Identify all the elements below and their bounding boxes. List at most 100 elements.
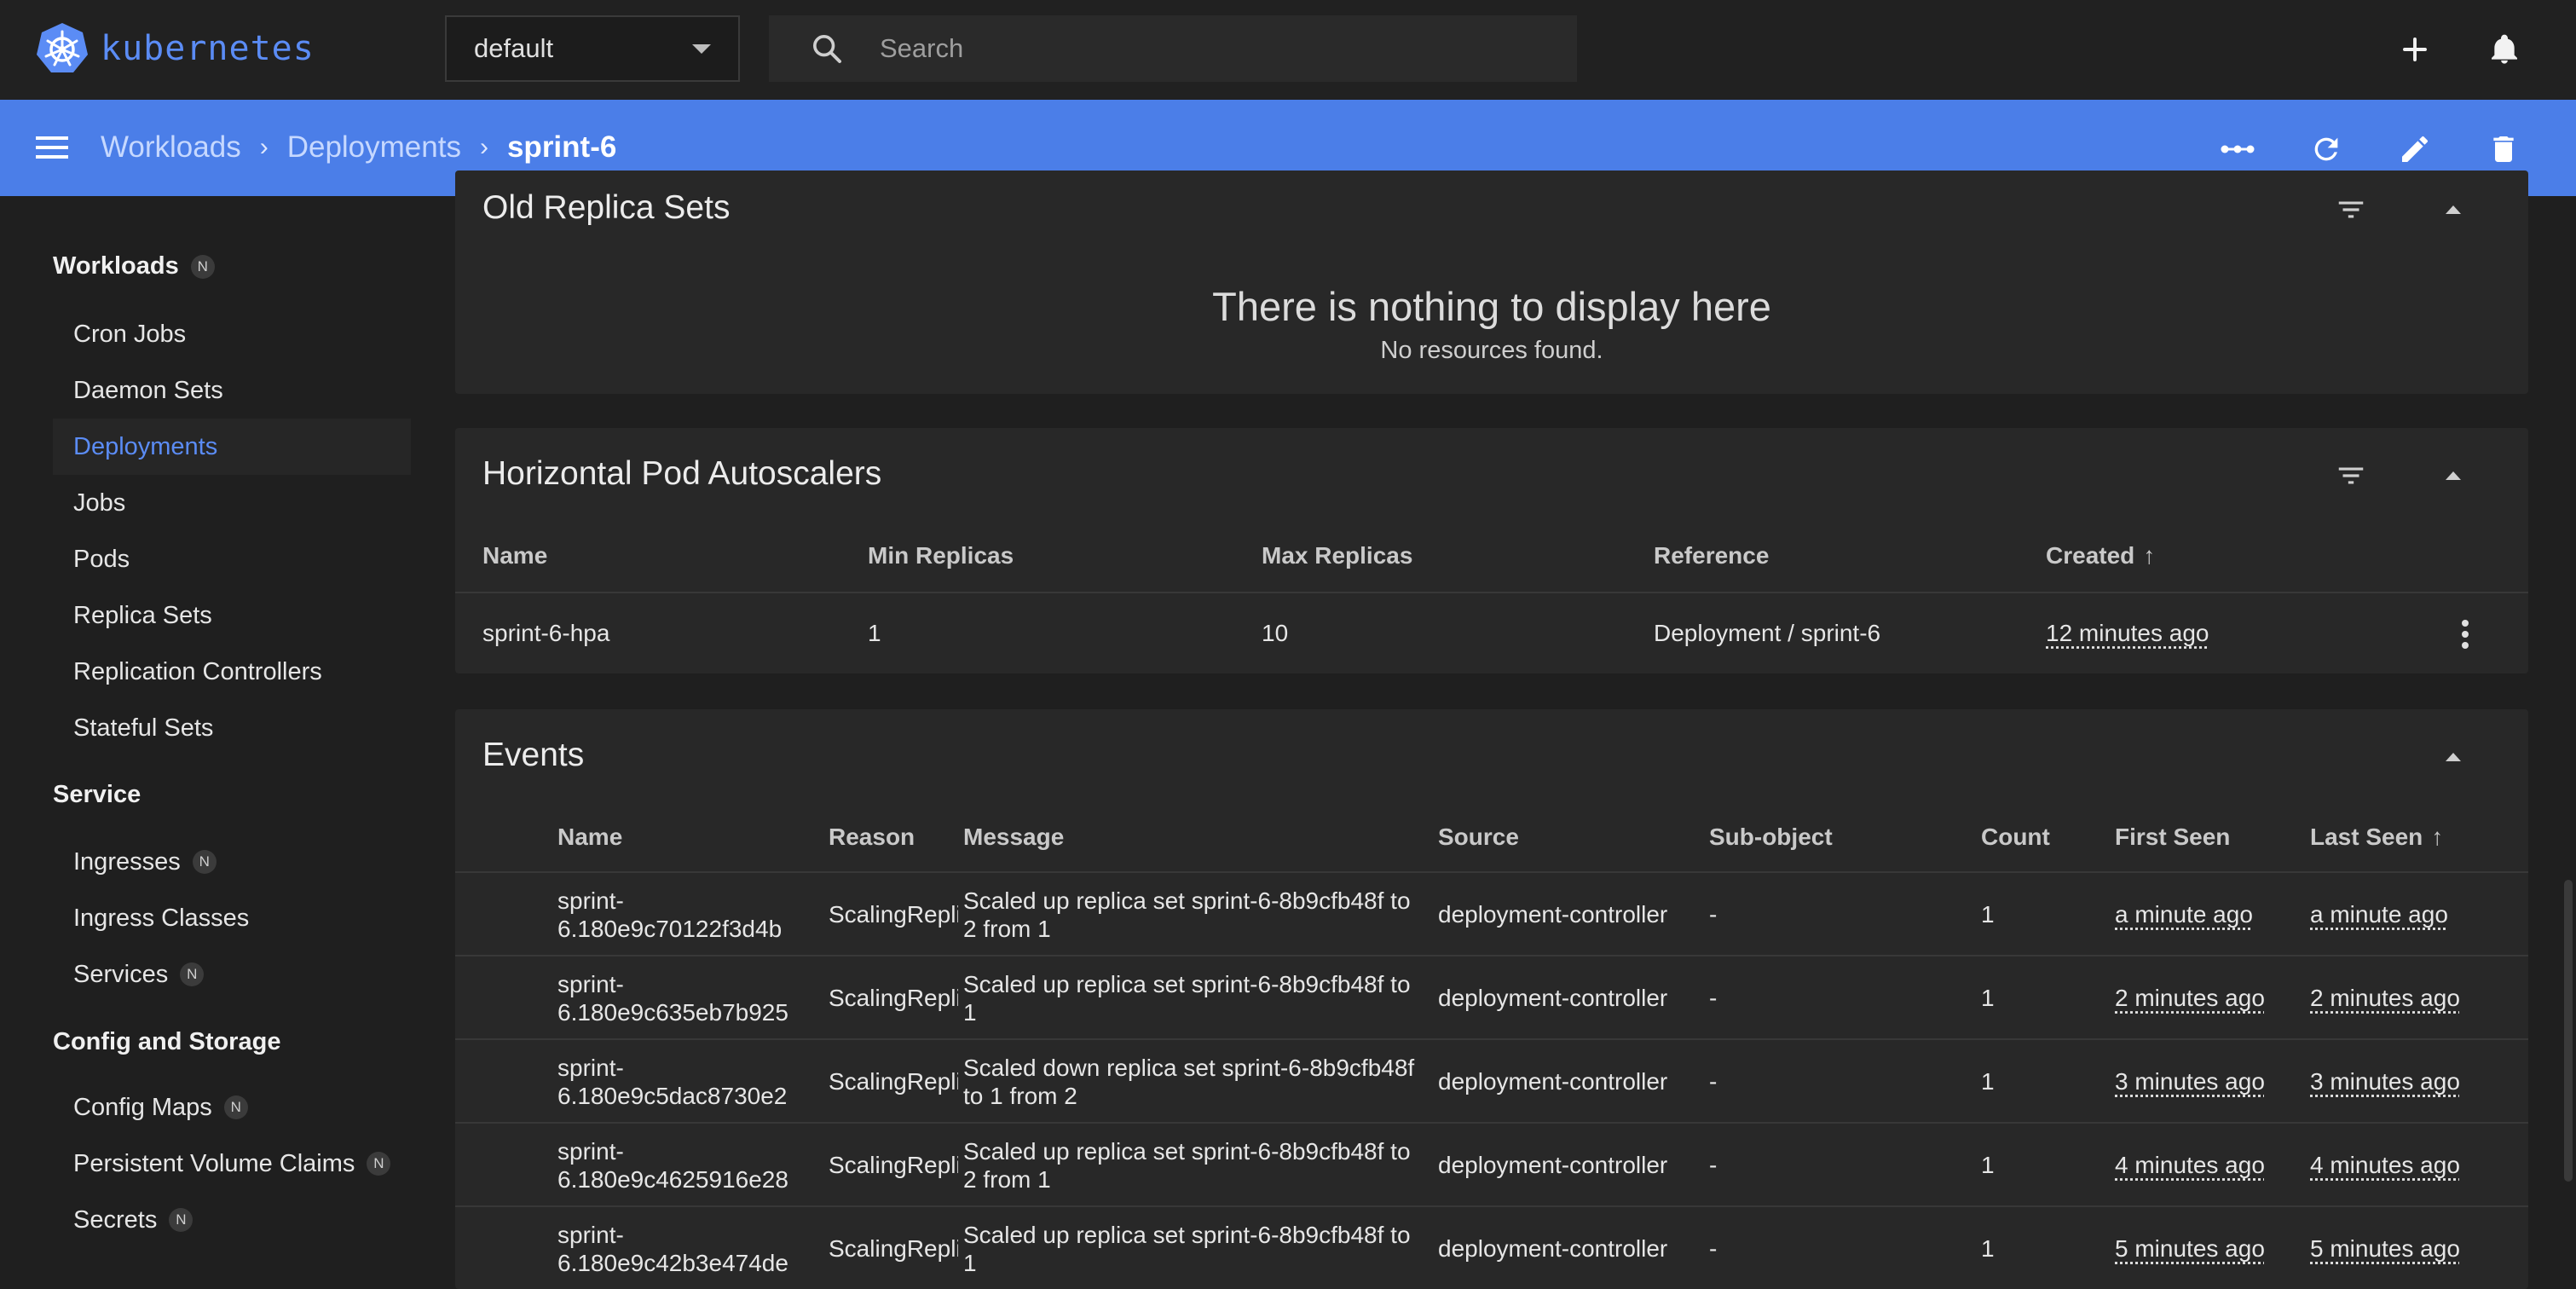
- sidebar-item-daemon-sets[interactable]: Daemon Sets: [53, 362, 411, 419]
- search-input[interactable]: [878, 32, 1529, 65]
- kubernetes-logo[interactable]: kubernetes: [34, 20, 315, 77]
- event-reason: ScalingRepli: [829, 901, 958, 928]
- sidebar-item-ingress-classes[interactable]: Ingress Classes: [53, 890, 411, 946]
- sidebar-item-pods[interactable]: Pods: [53, 531, 411, 587]
- sidebar-item-persistent-volume-claims[interactable]: Persistent Volume Claims N: [53, 1136, 411, 1192]
- sidebar-item-label: Deployments: [73, 432, 218, 460]
- collapse-chevron-up-icon[interactable]: [2433, 455, 2474, 496]
- event-name: sprint- 6.180e9c635eb7b925: [557, 970, 788, 1026]
- edit-pencil-icon[interactable]: [2394, 129, 2435, 170]
- column-header-sub-object[interactable]: Sub-object: [1709, 824, 1833, 851]
- search-icon: [813, 35, 841, 63]
- sidebar-item-ingresses[interactable]: Ingresses N: [53, 834, 411, 890]
- sidebar-item-config-maps[interactable]: Config Maps N: [53, 1079, 411, 1136]
- column-header-label: Created: [2046, 542, 2135, 569]
- sidebar-item-secrets[interactable]: Secrets N: [53, 1192, 411, 1248]
- event-count: 1: [1981, 1068, 1995, 1095]
- event-last-seen: 5 minutes ago: [2310, 1235, 2460, 1262]
- column-header-reason[interactable]: Reason: [829, 824, 915, 851]
- event-sub-object: -: [1709, 1152, 1718, 1178]
- column-header-message[interactable]: Message: [963, 824, 1064, 851]
- event-name-line: sprint-: [557, 887, 624, 914]
- notifications-bell-icon[interactable]: [2481, 26, 2528, 73]
- column-header-name[interactable]: Name: [482, 542, 547, 569]
- filter-icon[interactable]: [2331, 455, 2371, 496]
- event-source: deployment-controller: [1438, 1235, 1668, 1262]
- event-reason: ScalingRepli: [829, 1235, 958, 1262]
- sidebar-item-label: Cron Jobs: [73, 320, 187, 348]
- column-header-reference[interactable]: Reference: [1654, 542, 1769, 569]
- breadcrumb-deployments[interactable]: Deployments: [287, 130, 461, 165]
- filter-icon[interactable]: [2331, 189, 2371, 230]
- event-name-line: sprint-: [557, 1222, 624, 1248]
- row-menu-kebab-icon[interactable]: [2445, 614, 2486, 655]
- sidebar-item-services[interactable]: Services N: [53, 946, 411, 1003]
- sidebar-item-replication-controllers[interactable]: Replication Controllers: [53, 644, 411, 700]
- delete-trash-icon[interactable]: [2483, 129, 2524, 170]
- event-count: 1: [1981, 901, 1995, 928]
- sidebar-item-label: Secrets: [73, 1205, 158, 1234]
- sidebar-item-deployments[interactable]: Deployments: [53, 419, 411, 475]
- event-message-line: Scaled up replica set sprint-6-8b9cfb48f…: [963, 887, 1411, 914]
- sidebar-item-label: Services: [73, 960, 169, 988]
- event-name-line: 6.180e9c5dac8730e2: [557, 1083, 788, 1109]
- event-message-line: 2 from 1: [963, 916, 1051, 942]
- divider: [455, 955, 2528, 957]
- breadcrumb-workloads[interactable]: Workloads: [101, 130, 241, 165]
- panel-title: Horizontal Pod Autoscalers: [482, 455, 882, 492]
- collapse-chevron-up-icon[interactable]: [2433, 737, 2474, 777]
- sidebar-item-jobs[interactable]: Jobs: [53, 475, 411, 531]
- refresh-icon[interactable]: [2306, 129, 2347, 170]
- event-message-line: Scaled up replica set sprint-6-8b9cfb48f…: [963, 971, 1411, 997]
- search-bar[interactable]: [769, 15, 1577, 82]
- column-header-max-replicas[interactable]: Max Replicas: [1262, 542, 1412, 569]
- event-sub-object: -: [1709, 985, 1718, 1011]
- hpa-name[interactable]: sprint-6-hpa: [482, 619, 609, 647]
- create-plus-icon[interactable]: [2391, 26, 2439, 73]
- column-header-name[interactable]: Name: [557, 824, 622, 851]
- app-name: kubernetes: [101, 29, 315, 68]
- hpa-reference[interactable]: Deployment / sprint-6: [1654, 619, 1880, 647]
- event-source: deployment-controller: [1438, 1068, 1668, 1095]
- event-sub-object: -: [1709, 1068, 1718, 1095]
- event-reason: ScalingRepli: [829, 985, 958, 1011]
- namespace-value: default: [474, 33, 554, 63]
- sidebar-item-label: Pods: [73, 545, 130, 573]
- kubernetes-logo-icon: [37, 23, 88, 72]
- event-message-line: 1: [963, 1250, 977, 1276]
- event-message: Scaled down replica set sprint-6-8b9cfb4…: [963, 1054, 1414, 1110]
- column-header-last-seen[interactable]: Last Seen ↑: [2310, 824, 2443, 851]
- menu-hamburger-icon[interactable]: [36, 134, 70, 165]
- sidebar-item-label: Persistent Volume Claims: [73, 1149, 355, 1177]
- event-name-line: 6.180e9c4625916e28: [557, 1166, 788, 1193]
- event-last-seen: a minute ago: [2310, 901, 2448, 928]
- sidebar-item-cron-jobs[interactable]: Cron Jobs: [53, 306, 411, 362]
- collapse-chevron-up-icon[interactable]: [2433, 189, 2474, 230]
- hpa-created: 12 minutes ago: [2046, 620, 2209, 646]
- sidebar-group-config-and-storage[interactable]: Config and Storage: [53, 1028, 280, 1056]
- event-name-line: 6.180e9c70122f3d4b: [557, 916, 783, 942]
- column-header-min-replicas[interactable]: Min Replicas: [868, 542, 1014, 569]
- page-scrollbar[interactable]: [2564, 880, 2573, 1182]
- more-horizontal-icon[interactable]: [2217, 129, 2258, 170]
- caret-down-icon: [692, 43, 711, 54]
- namespaced-badge: N: [192, 850, 217, 874]
- sidebar-item-label: Replication Controllers: [73, 657, 322, 685]
- sidebar-group-workloads[interactable]: Workloads N: [53, 252, 215, 280]
- sidebar-item-stateful-sets[interactable]: Stateful Sets: [53, 700, 411, 756]
- column-header-created[interactable]: Created ↑: [2046, 542, 2155, 569]
- column-header-count[interactable]: Count: [1981, 824, 2050, 851]
- sidebar-item-label: Daemon Sets: [73, 376, 223, 404]
- event-name: sprint- 6.180e9c42b3e474de: [557, 1221, 788, 1277]
- event-name-line: sprint-: [557, 971, 624, 997]
- old-replica-sets-panel: Old Replica Sets There is nothing to dis…: [455, 171, 2528, 394]
- sidebar-group-service[interactable]: Service: [53, 781, 141, 809]
- namespace-select[interactable]: default: [445, 15, 740, 82]
- sidebar-item-replica-sets[interactable]: Replica Sets: [53, 587, 411, 644]
- sidebar-group-label: Config and Storage: [53, 1028, 281, 1055]
- event-message-line: 2 from 1: [963, 1166, 1051, 1193]
- column-header-first-seen[interactable]: First Seen: [2115, 824, 2230, 851]
- event-message-line: Scaled down replica set sprint-6-8b9cfb4…: [963, 1055, 1415, 1081]
- column-header-source[interactable]: Source: [1438, 824, 1519, 851]
- divider: [455, 1038, 2528, 1040]
